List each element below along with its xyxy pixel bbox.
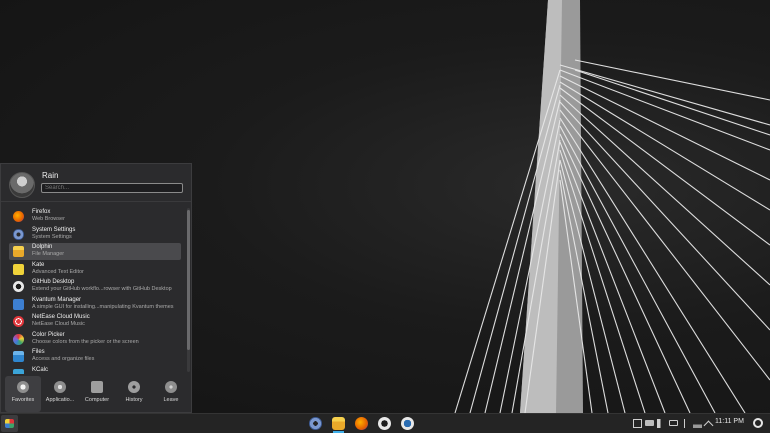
list-item-color-picker[interactable]: Color Picker Choose colors from the pick… bbox=[9, 331, 181, 348]
list-scrollbar[interactable] bbox=[187, 208, 190, 372]
folder-icon bbox=[13, 246, 24, 257]
netease-icon bbox=[13, 316, 24, 327]
clock-icon bbox=[128, 381, 140, 393]
launcher-icon bbox=[5, 419, 14, 428]
taskbar-settings-icon[interactable] bbox=[309, 417, 322, 430]
notifications-icon[interactable] bbox=[753, 418, 763, 428]
taskbar-app-icon[interactable] bbox=[401, 417, 414, 430]
app-name: Firefox bbox=[32, 209, 51, 215]
github-icon bbox=[13, 281, 24, 292]
calculator-icon bbox=[13, 368, 24, 374]
tray-bluetooth-icon[interactable] bbox=[682, 419, 687, 428]
list-item-dolphin[interactable]: Dolphin File Manager bbox=[9, 243, 181, 260]
list-item-kvantum-manager[interactable]: Kvantum Manager A simple GUI for install… bbox=[9, 296, 181, 313]
app-description: Web Browser bbox=[32, 216, 65, 222]
app-description: File Manager bbox=[32, 251, 65, 257]
user-name: Rain bbox=[42, 171, 59, 180]
app-description: A simple GUI for installing...manipulati… bbox=[32, 303, 174, 310]
app-name: Kvantum Manager bbox=[32, 296, 82, 303]
app-name: KCalc bbox=[32, 366, 49, 373]
list-item-github-desktop[interactable]: GitHub Desktop Extend your GitHub workfl… bbox=[9, 278, 181, 295]
search-input[interactable] bbox=[41, 183, 183, 193]
tab-applications[interactable]: Applicatio... bbox=[42, 376, 78, 412]
app-name: Color Picker bbox=[32, 331, 65, 338]
tab-label: Favorites bbox=[11, 397, 35, 403]
tray-screen-icon[interactable] bbox=[633, 419, 642, 428]
scrollbar-thumb[interactable] bbox=[187, 210, 190, 350]
user-avatar[interactable] bbox=[9, 172, 35, 198]
favorites-list: Firefox Web Browser System Settings Syst… bbox=[9, 208, 183, 374]
app-description: System Settings bbox=[32, 233, 72, 240]
taskbar: 11:11 PM bbox=[0, 413, 770, 433]
list-item-netease-cloud-music[interactable]: NetEase Cloud Music NetEase Cloud Music bbox=[9, 313, 181, 330]
star-icon bbox=[17, 381, 29, 393]
grid-icon bbox=[54, 381, 66, 393]
app-description: Choose colors from the picker or the scr… bbox=[32, 338, 139, 345]
files-icon bbox=[13, 351, 24, 362]
app-name: System Settings bbox=[32, 226, 76, 233]
list-item-system-settings[interactable]: System Settings System Settings bbox=[9, 226, 181, 243]
header-divider bbox=[1, 201, 191, 202]
list-item-kcalc[interactable]: KCalc bbox=[9, 366, 181, 374]
kvantum-icon bbox=[13, 298, 24, 310]
launcher-tabs: Favorites Applicatio... Computer History… bbox=[1, 376, 191, 412]
clock[interactable]: 11:11 PM bbox=[715, 418, 744, 425]
app-description: Advanced Text Editor bbox=[32, 268, 84, 275]
tray-battery-icon[interactable] bbox=[669, 420, 678, 426]
tab-history[interactable]: History bbox=[116, 376, 152, 412]
tray-network-icon[interactable] bbox=[693, 419, 702, 428]
list-item-files[interactable]: Files Access and organize files bbox=[9, 348, 181, 365]
tab-favorites[interactable]: Favorites bbox=[5, 376, 41, 412]
tray-keyboard-icon[interactable] bbox=[645, 420, 654, 426]
arrow-icon bbox=[165, 381, 177, 393]
app-description: NetEase Cloud Music bbox=[32, 321, 85, 327]
tray-expand-icon[interactable] bbox=[703, 420, 714, 431]
app-name: Files bbox=[32, 349, 45, 355]
application-launcher: Rain Firefox Web Browser System Settings… bbox=[0, 163, 192, 413]
tab-computer[interactable]: Computer bbox=[79, 376, 115, 412]
application-launcher-button[interactable] bbox=[1, 415, 18, 432]
app-name: Dolphin bbox=[32, 244, 53, 250]
taskbar-github-icon[interactable] bbox=[378, 417, 391, 430]
kate-icon bbox=[13, 263, 24, 275]
computer-icon bbox=[91, 381, 103, 393]
app-name: NetEase Cloud Music bbox=[32, 314, 90, 320]
taskbar-folder-icon[interactable] bbox=[332, 417, 345, 430]
taskbar-firefox-icon[interactable] bbox=[355, 417, 368, 430]
tray-volume-icon[interactable] bbox=[657, 419, 666, 428]
tab-label: History bbox=[125, 397, 143, 403]
color-picker-icon bbox=[13, 333, 24, 345]
tab-leave[interactable]: Leave bbox=[153, 376, 189, 412]
tab-label: Computer bbox=[84, 397, 110, 403]
tab-label: Applicatio... bbox=[45, 397, 75, 403]
app-description: Extend your GitHub workflo...rowser with… bbox=[32, 286, 172, 292]
list-item-kate[interactable]: Kate Advanced Text Editor bbox=[9, 261, 181, 278]
tab-label: Leave bbox=[163, 397, 179, 403]
app-description: Access and organize files bbox=[32, 356, 95, 362]
firefox-icon bbox=[13, 211, 24, 222]
app-name: Kate bbox=[32, 261, 45, 268]
settings-icon bbox=[13, 228, 24, 240]
app-name: GitHub Desktop bbox=[32, 279, 75, 285]
list-item-firefox[interactable]: Firefox Web Browser bbox=[9, 208, 181, 225]
